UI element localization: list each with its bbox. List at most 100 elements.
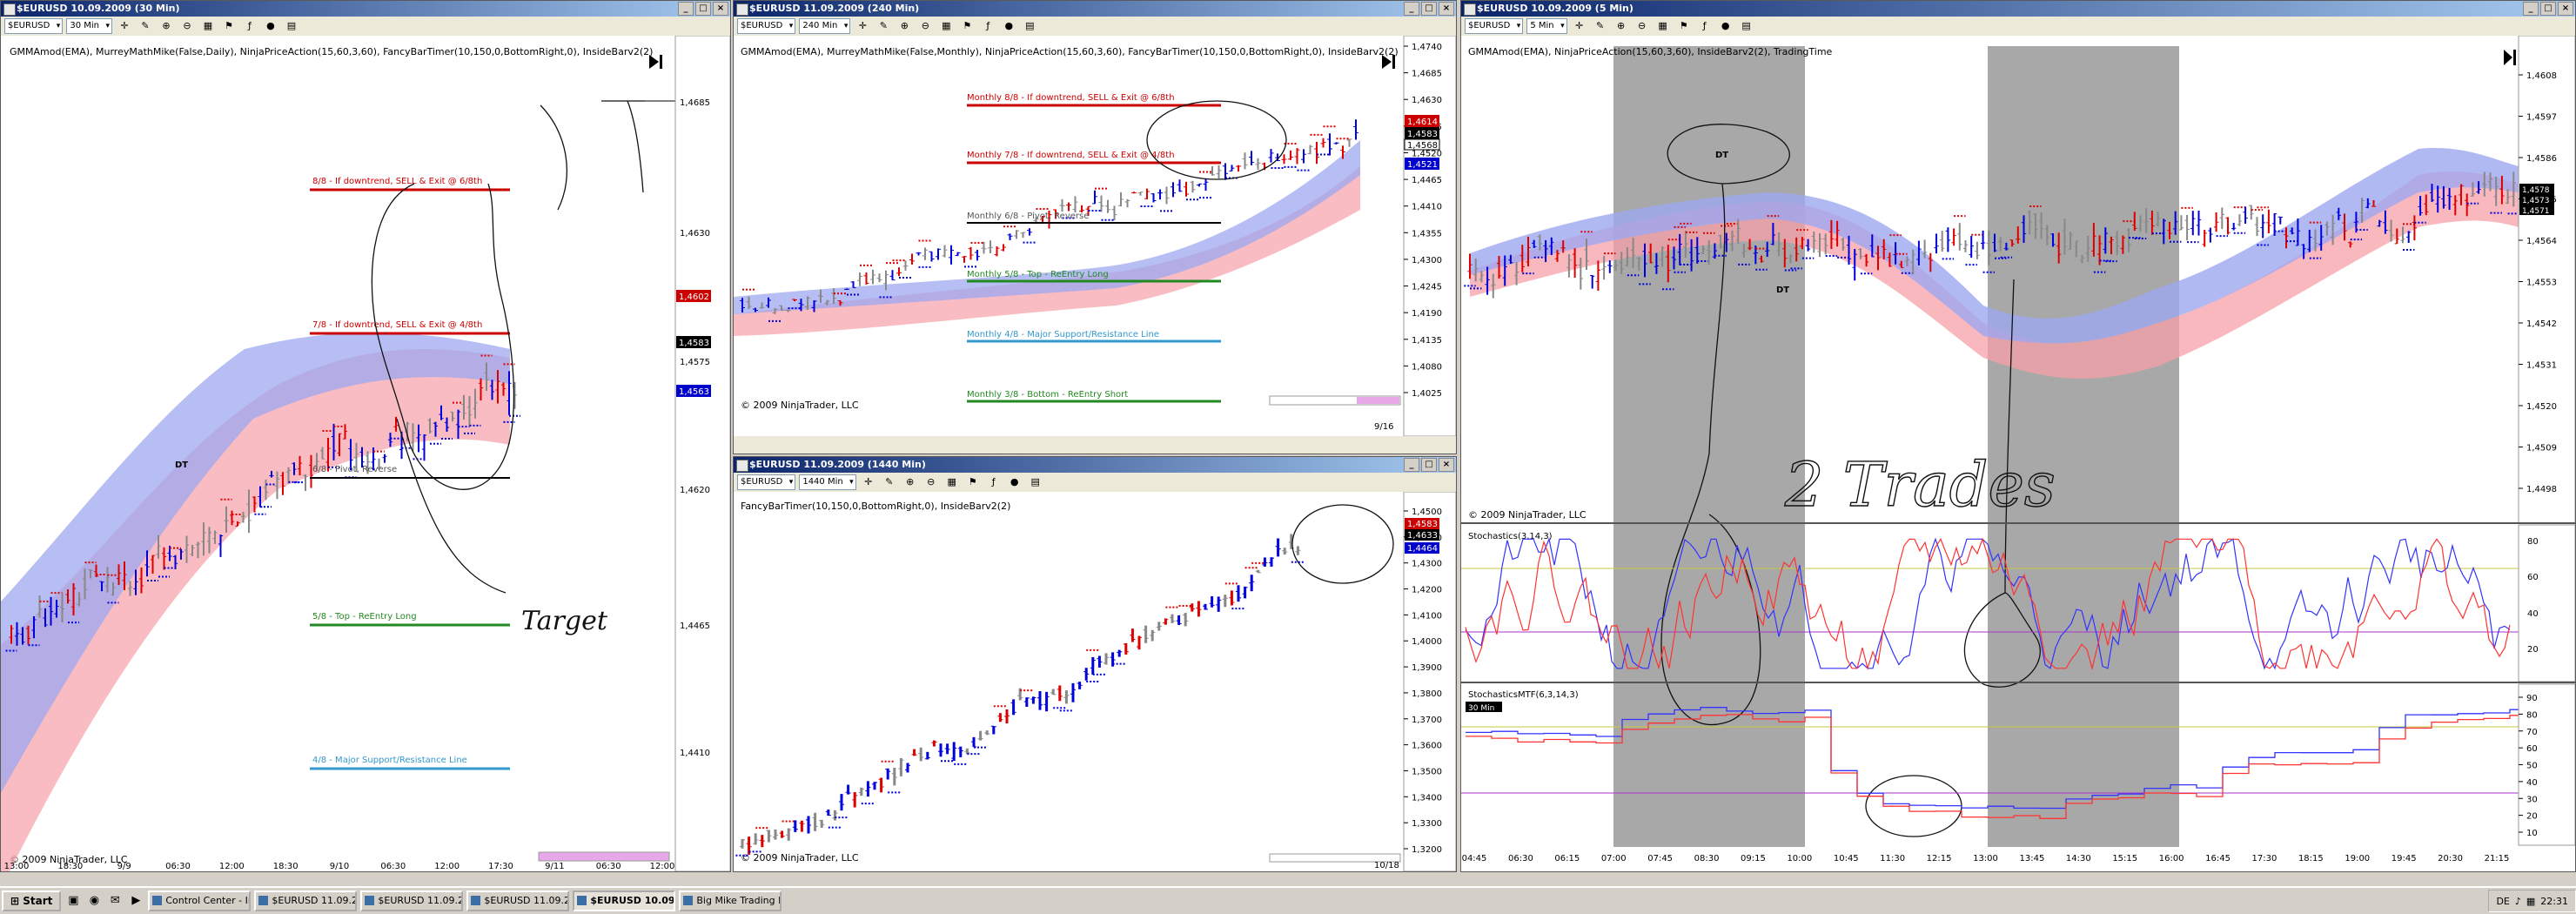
alert-icon[interactable]: ● xyxy=(1717,17,1734,35)
zoom-out-icon[interactable]: ⊖ xyxy=(178,17,196,35)
pencil-icon[interactable]: ✎ xyxy=(875,17,892,35)
quicklaunch-mail-icon[interactable]: ✉ xyxy=(106,892,124,910)
task-eurusd-window-active[interactable]: $EURUSD 10.09... xyxy=(573,890,676,911)
minimize-icon[interactable]: _ xyxy=(1404,2,1419,16)
task-eurusd-window[interactable]: $EURUSD 11.09.2... xyxy=(466,890,570,911)
window-titlebar[interactable]: $EURUSD 10.09.2009 (5 Min) _ □ × xyxy=(1461,1,2575,17)
price-tick: 50 xyxy=(2526,762,2538,771)
interval-select[interactable]: 240 Min xyxy=(799,18,851,34)
window-titlebar[interactable]: $EURUSD 11.09.2009 (1440 Min) _ □ × xyxy=(734,457,1456,473)
indicator-list: FancyBarTimer(10,150,0,BottomRight,0), I… xyxy=(741,501,1010,512)
indicator-icon[interactable]: ƒ xyxy=(979,17,996,35)
task-browser-window[interactable]: Big Mike Trading Fo... xyxy=(679,890,782,911)
price-tick: 30 xyxy=(2526,795,2538,804)
quicklaunch-desktop-icon[interactable]: ▣ xyxy=(64,892,82,910)
task-control-center[interactable]: Control Center - In... xyxy=(148,890,252,911)
instrument-select[interactable]: $EURUSD xyxy=(737,474,796,490)
zoom-in-icon[interactable]: ⊕ xyxy=(896,17,913,35)
instrument-select[interactable]: $EURUSD xyxy=(737,18,796,34)
interval-select[interactable]: 5 Min xyxy=(1526,18,1567,34)
zoom-out-icon[interactable]: ⊖ xyxy=(916,17,934,35)
indicator-icon[interactable]: ƒ xyxy=(985,474,1003,491)
level-label-m7-8: Monthly 7/8 - If downtrend, SELL & Exit … xyxy=(967,151,1175,160)
price-chart[interactable]: GMMAmod(EMA), NinjaPriceAction(15,60,3,6… xyxy=(1461,36,2575,871)
price-tick: 1,4135 xyxy=(1412,336,1442,346)
price-tick: 1,4465 xyxy=(1412,176,1442,185)
system-tray: DE ♪ ▦ 22:31 xyxy=(2488,890,2576,912)
close-icon[interactable]: × xyxy=(2558,2,2573,16)
price-chart[interactable]: GMMAmod(EMA), MurreyMathMike(False,Daily… xyxy=(1,36,730,871)
strategy-icon[interactable]: ⚑ xyxy=(220,17,238,35)
window-title: $EURUSD 11.09.2009 (240 Min) xyxy=(749,3,920,14)
maximize-icon[interactable]: □ xyxy=(1421,458,1437,472)
price-tick: 80 xyxy=(2526,710,2538,720)
price-chart[interactable]: FancyBarTimer(10,150,0,BottomRight,0), I… xyxy=(734,492,1456,871)
properties-icon[interactable]: ▦ xyxy=(943,474,961,491)
crosshair-icon[interactable]: ✛ xyxy=(860,474,877,491)
speaker-icon[interactable]: ♪ xyxy=(2515,896,2521,907)
zoom-in-icon[interactable]: ⊕ xyxy=(902,474,919,491)
maximize-icon[interactable]: □ xyxy=(1421,2,1437,16)
indicator-icon[interactable]: ƒ xyxy=(1696,17,1714,35)
pencil-icon[interactable]: ✎ xyxy=(137,17,154,35)
alert-icon[interactable]: ● xyxy=(262,17,279,35)
zoom-in-icon[interactable]: ⊕ xyxy=(1613,17,1630,35)
indicator-icon[interactable]: ƒ xyxy=(241,17,258,35)
price-marker-text: 1,4563 xyxy=(679,387,709,397)
close-icon[interactable]: × xyxy=(713,2,728,16)
chart-window-5min[interactable]: $EURUSD 10.09.2009 (5 Min) _□× $EURUSD 5… xyxy=(1460,0,2576,872)
data-box-icon[interactable]: ▤ xyxy=(1027,474,1044,491)
pencil-icon[interactable]: ✎ xyxy=(881,474,898,491)
time-tick: 15:15 xyxy=(2112,854,2137,864)
interval-select[interactable]: 1440 Min xyxy=(799,474,856,490)
price-tick: 1,3600 xyxy=(1412,742,1442,751)
price-chart[interactable]: GMMAmod(EMA), MurreyMathMike(False,Month… xyxy=(734,36,1456,454)
network-icon[interactable]: ▦ xyxy=(2526,896,2535,907)
alert-icon[interactable]: ● xyxy=(1006,474,1023,491)
maximize-icon[interactable]: □ xyxy=(2540,2,2556,16)
data-box-icon[interactable]: ▤ xyxy=(1021,17,1038,35)
chart-window-240min[interactable]: $EURUSD 11.09.2009 (240 Min) _ □ × $EURUSD… xyxy=(733,0,1457,454)
quicklaunch-media-icon[interactable]: ▶ xyxy=(127,892,144,910)
strategy-icon[interactable]: ⚑ xyxy=(964,474,982,491)
close-icon[interactable]: × xyxy=(1439,458,1454,472)
language-indicator[interactable]: DE xyxy=(2496,896,2509,907)
task-eurusd-window[interactable]: $EURUSD 11.09.2... xyxy=(360,890,464,911)
close-icon[interactable]: × xyxy=(1439,2,1454,16)
strategy-icon[interactable]: ⚑ xyxy=(958,17,976,35)
data-box-icon[interactable]: ▤ xyxy=(1738,17,1755,35)
zoom-in-icon[interactable]: ⊕ xyxy=(158,17,175,35)
window-titlebar[interactable]: $EURUSD 11.09.2009 (240 Min) _ □ × xyxy=(734,1,1456,17)
minimize-icon[interactable]: _ xyxy=(2523,2,2539,16)
data-box-icon[interactable]: ▤ xyxy=(283,17,300,35)
task-eurusd-window[interactable]: $EURUSD 11.09.2... xyxy=(254,890,358,911)
chart-window-1440min[interactable]: $EURUSD 11.09.2009 (1440 Min) _ □ × $EURUS… xyxy=(733,456,1457,872)
quicklaunch-browser-icon[interactable]: ◉ xyxy=(85,892,103,910)
properties-icon[interactable]: ▦ xyxy=(199,17,217,35)
level-label-8-8: 8/8 - If downtrend, SELL & Exit @ 6/8th xyxy=(312,177,482,186)
properties-icon[interactable]: ▦ xyxy=(1654,17,1672,35)
zoom-out-icon[interactable]: ⊖ xyxy=(922,474,940,491)
horizontal-scrollbar[interactable] xyxy=(734,436,1456,454)
start-button[interactable]: ⊞ Start xyxy=(2,890,62,911)
crosshair-icon[interactable]: ✛ xyxy=(1571,17,1588,35)
instrument-select[interactable]: $EURUSD xyxy=(4,18,64,34)
alert-icon[interactable]: ● xyxy=(1000,17,1017,35)
maximize-icon[interactable]: □ xyxy=(695,2,711,16)
pencil-icon[interactable]: ✎ xyxy=(1592,17,1609,35)
zoom-out-icon[interactable]: ⊖ xyxy=(1633,17,1651,35)
price-tick: 1,3500 xyxy=(1412,767,1442,776)
interval-select[interactable]: 30 Min xyxy=(66,18,112,34)
window-titlebar[interactable]: $EURUSD 10.09.2009 (30 Min) _ □ × xyxy=(1,1,730,17)
chart-window-30min[interactable]: $EURUSD 10.09.2009 (30 Min) _ □ × $EURUSD … xyxy=(0,0,731,872)
time-tick: 12:00 xyxy=(219,862,245,871)
time-tick: 06:30 xyxy=(380,862,406,871)
minimize-icon[interactable]: _ xyxy=(1404,458,1419,472)
crosshair-icon[interactable]: ✛ xyxy=(116,17,133,35)
strategy-icon[interactable]: ⚑ xyxy=(1675,17,1693,35)
properties-icon[interactable]: ▦ xyxy=(937,17,955,35)
instrument-select[interactable]: $EURUSD xyxy=(1465,18,1524,34)
minimize-icon[interactable]: _ xyxy=(678,2,694,16)
price-axis[interactable] xyxy=(674,36,730,871)
crosshair-icon[interactable]: ✛ xyxy=(854,17,871,35)
